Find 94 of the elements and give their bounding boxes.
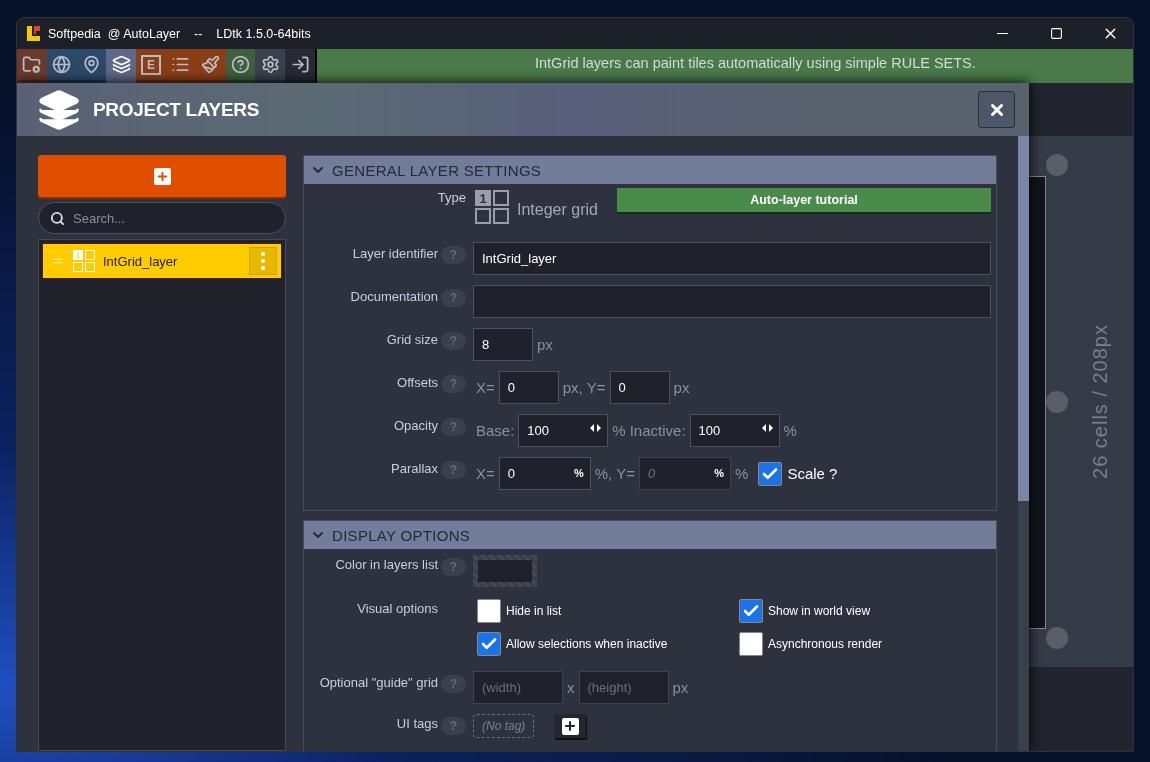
unit-label: % bbox=[574, 467, 584, 479]
section-header[interactable]: DISPLAY OPTIONS bbox=[304, 521, 996, 549]
list-icon bbox=[171, 55, 191, 74]
dialog-title: PROJECT LAYERS bbox=[93, 98, 261, 121]
spinner-icon bbox=[590, 424, 602, 432]
field-label: UI tags bbox=[395, 715, 438, 731]
field-prefix: X= bbox=[476, 465, 495, 482]
field-label: Parallax bbox=[390, 460, 438, 476]
toolbar-button[interactable]: E bbox=[136, 49, 166, 83]
checkbox[interactable] bbox=[477, 632, 501, 656]
number-field[interactable]: 8 bbox=[473, 328, 533, 361]
checkbox[interactable] bbox=[739, 632, 763, 656]
field-prefix: Y= bbox=[616, 465, 636, 482]
field-suffix: px bbox=[673, 379, 690, 396]
number-field[interactable]: 0 bbox=[609, 371, 670, 404]
type-value: Integer grid bbox=[517, 201, 598, 219]
field-suffix: % bbox=[783, 422, 797, 439]
close-button[interactable] bbox=[978, 91, 1015, 128]
color-swatch[interactable] bbox=[473, 555, 537, 587]
number-field[interactable]: 0 bbox=[498, 371, 559, 404]
field-label: Visual options bbox=[356, 600, 438, 616]
spinner-icon bbox=[761, 424, 773, 432]
help-badge[interactable]: ? bbox=[441, 461, 466, 479]
resize-handle[interactable] bbox=[1046, 390, 1068, 413]
number-field[interactable]: (height) bbox=[578, 671, 669, 704]
field-suffix: px, bbox=[562, 379, 583, 396]
field-prefix: Y= bbox=[586, 379, 606, 396]
section-header[interactable]: GENERAL LAYER SETTINGS bbox=[304, 156, 996, 184]
banner-text: IntGrid layers can paint tiles automatically using simple RULE SETS. bbox=[535, 55, 976, 71]
help-badge[interactable]: ? bbox=[441, 375, 466, 393]
checkbox-label: Allow selections when inactive bbox=[506, 637, 668, 651]
field-label: Grid size bbox=[385, 331, 438, 347]
field-suffix: % bbox=[735, 465, 749, 482]
checkbox[interactable] bbox=[477, 599, 501, 623]
maximize-icon bbox=[1049, 27, 1063, 40]
field-label: Offsets bbox=[396, 374, 438, 390]
text-field[interactable]: IntGrid_layer bbox=[473, 242, 991, 275]
help-badge[interactable]: ? bbox=[441, 332, 466, 350]
number-field[interactable]: (width) bbox=[473, 671, 563, 704]
toolbar-button[interactable] bbox=[106, 49, 137, 83]
field-label: Documentation bbox=[349, 288, 438, 304]
help-badge[interactable]: ? bbox=[441, 246, 466, 264]
letter-icon: E bbox=[141, 54, 162, 75]
field-label: Type bbox=[436, 190, 466, 205]
empty-tag: (No tag) bbox=[473, 714, 535, 738]
unit-label: % bbox=[714, 467, 725, 479]
minimize-icon bbox=[996, 32, 1008, 35]
field-suffix: %, bbox=[594, 465, 613, 482]
window-title: Softpedia @ AutoLayer -- LDtk 1.5.0-64bits bbox=[48, 26, 312, 41]
field-prefix: Base: bbox=[476, 422, 515, 439]
number-field[interactable]: 100 bbox=[689, 414, 780, 447]
help-badge[interactable]: ? bbox=[441, 675, 466, 693]
globe-icon bbox=[52, 55, 72, 74]
help-badge[interactable]: ? bbox=[441, 558, 466, 576]
scrollbar[interactable] bbox=[1018, 136, 1029, 751]
search-field[interactable]: Search... bbox=[38, 202, 286, 234]
field-prefix: Inactive: bbox=[629, 422, 686, 439]
layer-name: IntGrid_layer bbox=[103, 253, 179, 269]
level-size-label: 26 cells / 208px bbox=[1089, 324, 1112, 479]
field-label: Color in layers list bbox=[334, 556, 438, 572]
settings-icon bbox=[260, 55, 280, 74]
field-suffix: % bbox=[612, 422, 626, 439]
checkbox-label: Hide in list bbox=[506, 604, 562, 618]
checkbox[interactable] bbox=[758, 461, 783, 486]
field-prefix: X= bbox=[476, 379, 495, 396]
checkbox[interactable] bbox=[739, 599, 763, 623]
checkbox-label: Asynchronous render bbox=[768, 637, 883, 651]
field-label: Opacity bbox=[392, 417, 438, 433]
field-label: Layer identifier bbox=[351, 245, 438, 261]
layers-icon bbox=[111, 55, 131, 74]
resize-handle[interactable] bbox=[1046, 627, 1068, 649]
help-icon bbox=[230, 55, 250, 74]
help-badge[interactable]: ? bbox=[441, 289, 466, 307]
add-tag-button[interactable] bbox=[554, 714, 587, 738]
add-layer-button[interactable] bbox=[38, 155, 286, 197]
field-suffix: x bbox=[567, 679, 575, 696]
field-suffix: px bbox=[672, 679, 689, 696]
help-badge[interactable]: ? bbox=[441, 717, 466, 735]
resize-handle[interactable] bbox=[1046, 154, 1068, 176]
checkbox-label: Scale ? bbox=[787, 465, 838, 482]
number-field[interactable]: 100 bbox=[518, 414, 609, 447]
map-pin-icon bbox=[82, 55, 101, 74]
search-icon bbox=[50, 211, 65, 226]
field-label: Optional "guide" grid bbox=[318, 674, 438, 690]
folder-gear-icon bbox=[22, 55, 42, 74]
checkbox-label: Show in world view bbox=[768, 604, 871, 618]
layers-icon bbox=[37, 87, 81, 132]
exit-icon bbox=[290, 55, 310, 74]
brush-icon bbox=[201, 55, 221, 74]
help-badge[interactable]: ? bbox=[441, 418, 466, 436]
field-suffix: px bbox=[537, 336, 553, 353]
text-field[interactable] bbox=[473, 285, 991, 318]
tutorial-button[interactable]: Auto-layer tutorial bbox=[617, 188, 991, 212]
app-logo bbox=[27, 26, 40, 41]
